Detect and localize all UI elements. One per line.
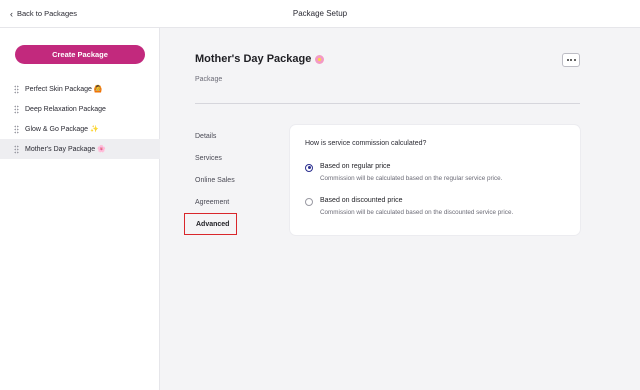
- tab-agreement[interactable]: Agreement: [184, 191, 238, 213]
- package-title: Mother's Day Package: [195, 53, 580, 65]
- option-label: Based on regular price: [320, 163, 391, 170]
- package-item-label: Glow & Go Package: [25, 125, 89, 133]
- drag-handle-icon[interactable]: [14, 104, 19, 114]
- package-item-deep-relaxation[interactable]: Deep Relaxation Package: [0, 99, 160, 119]
- drag-handle-icon[interactable]: [14, 124, 19, 134]
- package-item-label: Perfect Skin Package: [25, 85, 92, 93]
- package-item-label: Deep Relaxation Package: [25, 105, 106, 113]
- drag-handle-icon[interactable]: [14, 144, 19, 154]
- commission-settings-card: How is service commission calculated? Ba…: [290, 125, 580, 235]
- page-title: Package Setup: [292, 9, 348, 18]
- package-title-text: Mother's Day Package: [195, 53, 312, 65]
- radio-discounted-price[interactable]: [305, 197, 313, 206]
- sidebar: Create Package Perfect Skin Package 🙆 De…: [0, 28, 160, 390]
- radio-regular-price[interactable]: [305, 163, 313, 172]
- option-regular-price[interactable]: Based on regular price Commission will b…: [305, 163, 502, 182]
- tab-services[interactable]: Services: [184, 147, 238, 169]
- package-header: Mother's Day Package: [195, 53, 580, 65]
- package-emoji: ✨: [89, 126, 99, 133]
- tab-online-sales[interactable]: Online Sales: [184, 169, 238, 191]
- create-package-button[interactable]: Create Package: [15, 45, 145, 64]
- package-item-glow-go[interactable]: Glow & Go Package ✨: [0, 119, 160, 139]
- package-list: Perfect Skin Package 🙆 Deep Relaxation P…: [0, 79, 160, 159]
- tab-advanced[interactable]: Advanced: [184, 213, 237, 235]
- package-emoji: 🙆: [93, 86, 103, 93]
- option-discounted-price[interactable]: Based on discounted price Commission wil…: [305, 197, 513, 216]
- option-description: Commission will be calculated based on t…: [320, 209, 514, 216]
- header-divider: [195, 103, 580, 104]
- tab-details[interactable]: Details: [184, 125, 238, 147]
- package-tabs: Details Services Online Sales Agreement …: [184, 125, 238, 235]
- flower-icon: [315, 54, 325, 64]
- top-bar: ‹ Back to Packages Package Setup: [0, 0, 640, 28]
- package-subtitle: Package: [195, 76, 223, 83]
- option-label: Based on discounted price: [320, 197, 403, 204]
- option-description: Commission will be calculated based on t…: [320, 175, 503, 182]
- package-emoji: 🌸: [97, 146, 106, 153]
- package-item-label: Mother's Day Package: [25, 145, 96, 153]
- ellipsis-icon: [566, 59, 569, 61]
- package-item-mothers-day[interactable]: Mother's Day Package 🌸: [0, 139, 160, 159]
- more-options-button[interactable]: [562, 53, 580, 67]
- package-item-perfect-skin[interactable]: Perfect Skin Package 🙆: [0, 79, 160, 99]
- drag-handle-icon[interactable]: [14, 84, 19, 94]
- commission-question: How is service commission calculated?: [305, 140, 427, 147]
